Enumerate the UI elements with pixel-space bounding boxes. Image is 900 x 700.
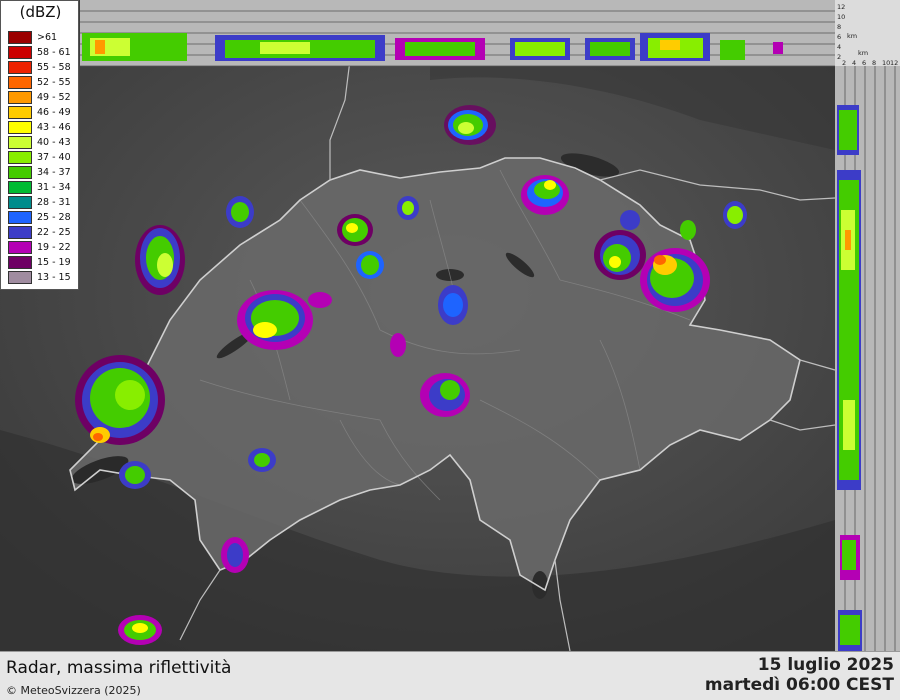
legend-swatch xyxy=(8,91,32,104)
distance-tick-label: 6 xyxy=(862,59,866,67)
legend-label: 19 - 22 xyxy=(37,242,71,253)
legend-item: 34 - 37 xyxy=(8,166,78,180)
height-tick-label: 8 xyxy=(837,23,841,31)
legend-item: >61 xyxy=(8,31,78,45)
legend-label: 37 - 40 xyxy=(37,152,71,163)
map-date: 15 luglio 2025 xyxy=(757,655,894,675)
height-tick-label: 4 xyxy=(837,43,841,51)
distance-tick-label: 4 xyxy=(852,59,856,67)
legend-swatch xyxy=(8,121,32,134)
height-tick-label: 12 xyxy=(837,3,845,11)
legend-item: 15 - 19 xyxy=(8,256,78,270)
legend-swatch xyxy=(8,166,32,179)
legend-swatch xyxy=(8,106,32,119)
legend-item: 40 - 43 xyxy=(8,136,78,150)
height-tick-label: 6 xyxy=(837,33,841,41)
legend-label: 22 - 25 xyxy=(37,227,71,238)
legend-title: (dBZ) xyxy=(19,3,62,21)
legend-swatch xyxy=(8,256,32,269)
legend-label: 31 - 34 xyxy=(37,182,71,193)
legend-label: 40 - 43 xyxy=(37,137,71,148)
legend-label: 34 - 37 xyxy=(37,167,71,178)
top-cross-section-panel xyxy=(80,0,835,67)
legend-label: >61 xyxy=(37,32,58,43)
legend-label: 25 - 28 xyxy=(37,212,71,223)
legend-item: 13 - 15 xyxy=(8,271,78,285)
height-tick-label: 2 xyxy=(837,53,841,61)
copyright-text: © MeteoSvizzera (2025) xyxy=(6,684,141,697)
height-tick-label: 10 xyxy=(837,13,845,21)
legend-label: 43 - 46 xyxy=(37,122,71,133)
legend-swatch xyxy=(8,241,32,254)
map-title: Radar, massima riflettività xyxy=(6,658,232,678)
distance-tick-label: 8 xyxy=(872,59,876,67)
legend-label: 49 - 52 xyxy=(37,92,71,103)
legend-label: 13 - 15 xyxy=(37,272,71,283)
legend-item: 25 - 28 xyxy=(8,211,78,225)
legend-item: 52 - 55 xyxy=(8,76,78,90)
legend-item: 49 - 52 xyxy=(8,91,78,105)
legend-swatch xyxy=(8,151,32,164)
legend-swatch xyxy=(8,226,32,239)
legend-item: 22 - 25 xyxy=(8,226,78,240)
height-unit-label: km xyxy=(847,32,857,40)
distance-tick-label: 2 xyxy=(842,59,846,67)
lake-lugano xyxy=(532,571,548,599)
legend-label: 28 - 31 xyxy=(37,197,71,208)
legend-item: 19 - 22 xyxy=(8,241,78,255)
legend-label: 46 - 49 xyxy=(37,107,71,118)
legend-swatch xyxy=(8,271,32,284)
legend-swatch xyxy=(8,211,32,224)
legend-label: 58 - 61 xyxy=(37,47,71,58)
legend-swatch xyxy=(8,196,32,209)
legend-swatch xyxy=(8,76,32,89)
legend-item: 43 - 46 xyxy=(8,121,78,135)
right-cross-section-panel xyxy=(835,0,900,651)
legend-item: 46 - 49 xyxy=(8,106,78,120)
legend-swatch xyxy=(8,46,32,59)
legend-label: 55 - 58 xyxy=(37,62,71,73)
legend-item: 55 - 58 xyxy=(8,61,78,75)
distance-tick-label: 12 xyxy=(890,59,898,67)
legend-item: 31 - 34 xyxy=(8,181,78,195)
map-time: martedì 06:00 CEST xyxy=(704,675,894,695)
legend-swatch xyxy=(8,136,32,149)
legend-swatch xyxy=(8,31,32,44)
legend-item: 58 - 61 xyxy=(8,46,78,60)
distance-unit-label: km xyxy=(858,49,868,57)
reflectivity-legend: (dBZ) >61 58 - 61 55 - 58 52 - 55 49 - 5… xyxy=(0,0,79,290)
radar-map: 12 10 8 6 4 2 km 2 4 6 8 10 12 km xyxy=(0,0,900,652)
legend-label: 15 - 19 xyxy=(37,257,71,268)
radar-map-view: 12 10 8 6 4 2 km 2 4 6 8 10 12 km (dBZ) … xyxy=(0,0,900,700)
legend-label: 52 - 55 xyxy=(37,77,71,88)
legend-swatch xyxy=(8,181,32,194)
legend-swatch xyxy=(8,61,32,74)
footer-bar: Radar, massima riflettività © MeteoSvizz… xyxy=(0,651,900,700)
legend-item: 28 - 31 xyxy=(8,196,78,210)
legend-item: 37 - 40 xyxy=(8,151,78,165)
